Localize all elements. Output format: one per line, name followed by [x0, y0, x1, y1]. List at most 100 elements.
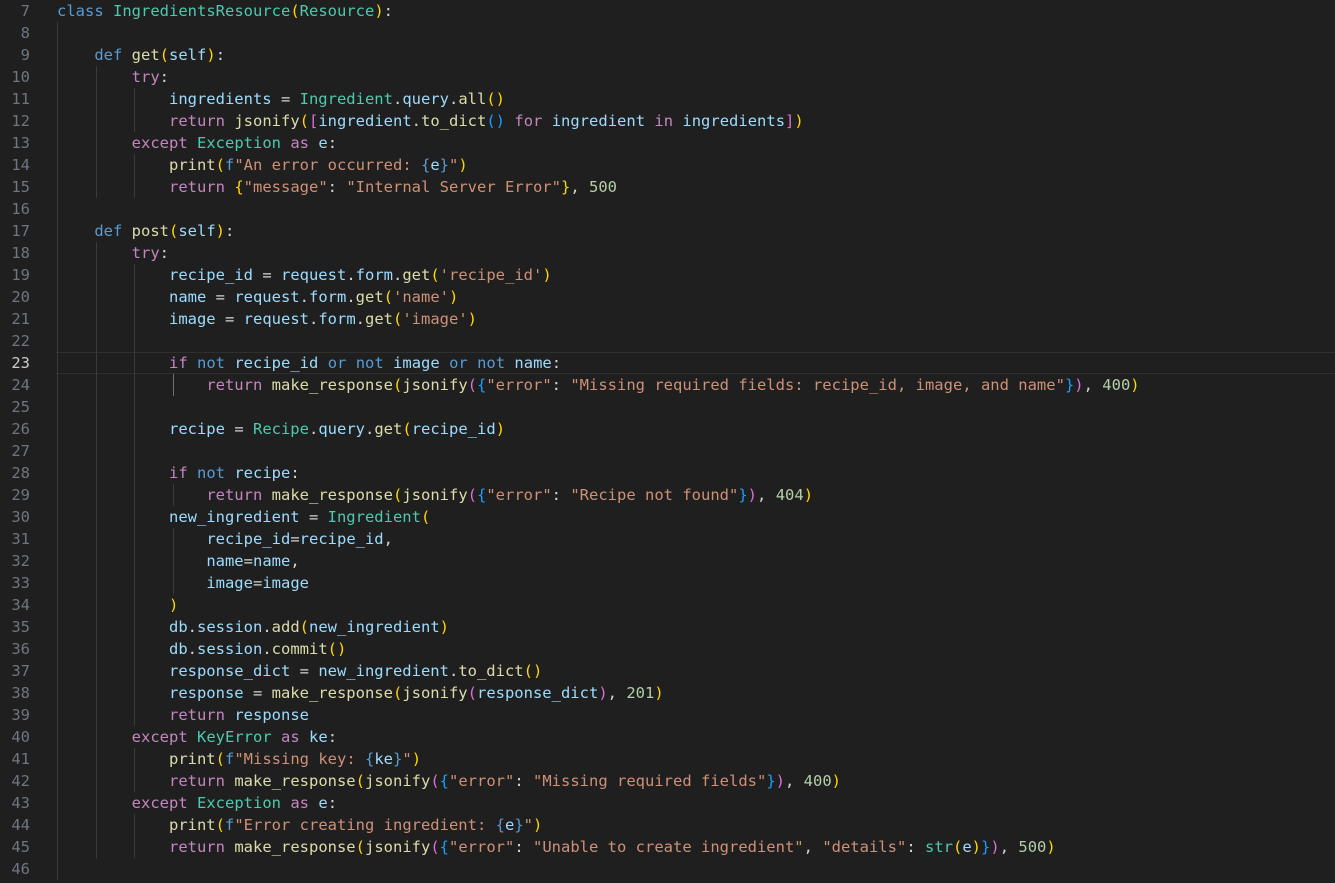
code-line[interactable]: 30 new_ingredient = Ingredient( — [0, 506, 1335, 528]
code-token: def — [94, 222, 123, 240]
code-token: recipe — [168, 420, 225, 438]
code-line[interactable]: 9 def get(self): — [0, 44, 1335, 66]
code-line[interactable]: 14 print(f"An error occurred: {e}") — [0, 154, 1335, 176]
code-line[interactable]: 39 return response — [0, 704, 1335, 726]
code-line[interactable]: 41 print(f"Missing key: {ke}") — [0, 748, 1335, 770]
code-line[interactable]: 24 return make_response(jsonify({"error"… — [0, 374, 1335, 396]
code-token: ) — [467, 310, 478, 328]
code-token: as — [281, 728, 300, 746]
code-text: print(f"An error occurred: {e}") — [57, 154, 468, 176]
code-token: () — [486, 90, 505, 108]
code-line[interactable]: 28 if not recipe: — [0, 462, 1335, 484]
code-token: request — [280, 266, 347, 284]
code-token: ( — [383, 288, 393, 306]
code-token: return — [206, 486, 263, 504]
code-token: . — [448, 662, 459, 680]
code-line[interactable]: 42 return make_response(jsonify({"error"… — [0, 770, 1335, 792]
code-token: return — [168, 772, 225, 790]
line-number: 21 — [11, 310, 30, 328]
code-line[interactable]: 46 — [0, 858, 1335, 880]
code-line[interactable]: 32 name=name, — [0, 550, 1335, 572]
code-line[interactable]: 16 — [0, 198, 1335, 220]
code-line[interactable]: 29 return make_response(jsonify({"error"… — [0, 484, 1335, 506]
indent-guide — [57, 396, 58, 418]
indent-guide — [95, 396, 97, 418]
code-token: : — [327, 794, 338, 812]
code-token: Ingredient — [299, 90, 393, 108]
code-token: except — [131, 728, 188, 746]
code-line[interactable]: 25 — [0, 396, 1335, 418]
code-token: jsonify — [402, 376, 468, 394]
code-line[interactable]: 13 except Exception as e: — [0, 132, 1335, 154]
code-line[interactable]: 23 if not recipe_id or not image or not … — [0, 352, 1335, 374]
code-token: add — [271, 618, 300, 636]
code-token: . — [392, 90, 403, 108]
code-line[interactable]: 34 ) — [0, 594, 1335, 616]
code-line[interactable]: 44 print(f"Error creating ingredient: {e… — [0, 814, 1335, 836]
code-line[interactable]: 45 return make_response(jsonify({"error"… — [0, 836, 1335, 858]
code-token: () — [327, 640, 347, 658]
code-token: except — [131, 134, 188, 152]
code-line[interactable]: 17 def post(self): — [0, 220, 1335, 242]
code-line[interactable]: 38 response = make_response(jsonify(resp… — [0, 682, 1335, 704]
code-line[interactable]: 31 recipe_id=recipe_id, — [0, 528, 1335, 550]
code-token: return — [168, 838, 225, 856]
code-line[interactable]: 36 db.session.commit() — [0, 638, 1335, 660]
code-line[interactable]: 33 image=image — [0, 572, 1335, 594]
code-token: recipe_id — [234, 354, 319, 372]
code-token: db — [168, 618, 188, 636]
indent-guide — [57, 858, 58, 880]
code-token: , — [290, 552, 300, 570]
line-number: 27 — [11, 442, 30, 460]
code-line[interactable]: 35 db.session.add(new_ingredient) — [0, 616, 1335, 638]
code-token: form — [308, 288, 347, 306]
code-line[interactable]: 27 — [0, 440, 1335, 462]
code-token: not — [197, 354, 225, 372]
code-token: ) — [990, 838, 1000, 856]
code-line[interactable]: 21 image = request.form.get('image') — [0, 308, 1335, 330]
code-line[interactable]: 19 recipe_id = request.form.get('recipe_… — [0, 264, 1335, 286]
code-token: : — [906, 838, 925, 856]
code-line[interactable]: 12 return jsonify([ingredient.to_dict() … — [0, 110, 1335, 132]
code-token: Exception — [197, 794, 281, 812]
code-token: get — [365, 310, 393, 328]
code-token: "Missing required fields: recipe_id, ima… — [570, 376, 1065, 394]
code-line[interactable]: 18 try: — [0, 242, 1335, 264]
line-number: 11 — [11, 90, 30, 108]
code-line[interactable]: 22 — [0, 330, 1335, 352]
line-number: 43 — [11, 794, 30, 812]
code-token: ingredients — [168, 90, 272, 108]
code-text: except Exception as e: — [57, 132, 337, 154]
code-token: ) — [411, 750, 422, 768]
code-line[interactable]: 26 recipe = Recipe.query.get(recipe_id) — [0, 418, 1335, 440]
code-line[interactable]: 20 name = request.form.get('name') — [0, 286, 1335, 308]
code-token: . — [308, 310, 319, 328]
code-token: in — [654, 112, 674, 130]
code-line[interactable]: 7 class IngredientsResource(Resource): — [0, 0, 1335, 22]
line-number: 8 — [20, 24, 30, 42]
code-token: KeyError — [197, 728, 272, 746]
code-line[interactable]: 37 response_dict = new_ingredient.to_dic… — [0, 660, 1335, 682]
code-token: IngredientsResource — [113, 2, 291, 20]
code-token: { — [234, 178, 244, 196]
code-token: jsonify — [365, 772, 431, 790]
code-text: recipe_id=recipe_id, — [57, 528, 393, 550]
code-token: , — [570, 178, 589, 196]
code-token: : — [225, 222, 235, 240]
code-token: : — [551, 354, 562, 372]
code-line[interactable]: 10 try: — [0, 66, 1335, 88]
code-editor[interactable]: 7 class IngredientsResource(Resource): 8 9 … — [0, 0, 1335, 883]
code-token: make_response — [271, 684, 393, 702]
code-line[interactable]: 43 except Exception as e: — [0, 792, 1335, 814]
indent-guide — [134, 396, 136, 418]
code-line[interactable]: 11 ingredients = Ingredient.query.all() — [0, 88, 1335, 110]
code-line[interactable]: 40 except KeyError as ke: — [0, 726, 1335, 748]
code-token: self — [178, 222, 216, 240]
code-line[interactable]: 8 — [0, 22, 1335, 44]
code-line[interactable]: 15 return {"message": "Internal Server E… — [0, 176, 1335, 198]
code-token: "error" — [486, 376, 552, 394]
